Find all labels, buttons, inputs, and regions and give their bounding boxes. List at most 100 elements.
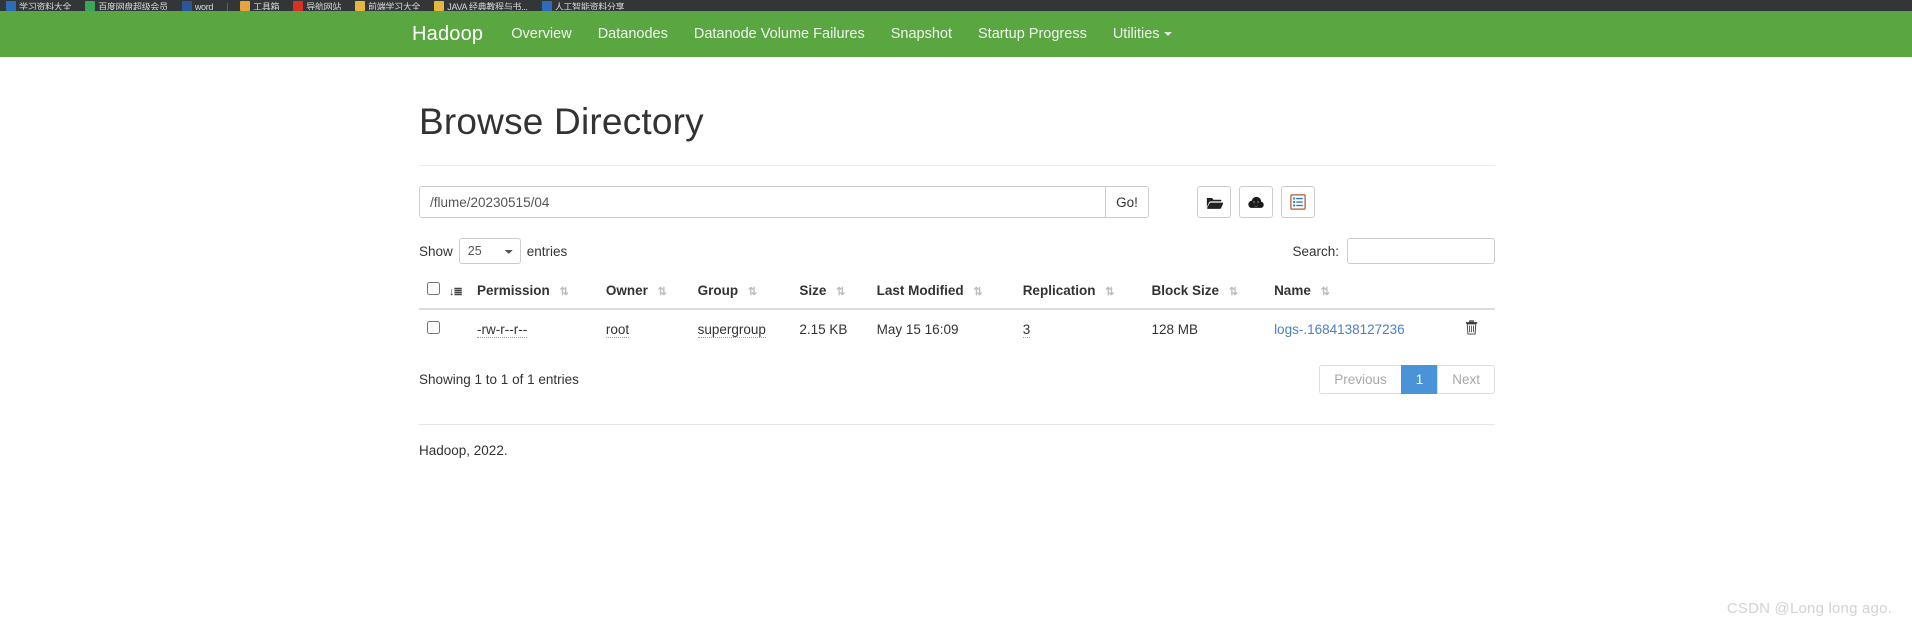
sort-handle-header[interactable]: ↓≣ [443,276,469,310]
pagination-next-button[interactable]: Next [1437,365,1495,394]
search-label: Search: [1292,243,1339,259]
showing-entries-info: Showing 1 to 1 of 1 entries [419,372,579,387]
bookmark-icon [181,0,192,11]
permission-header-label: Permission [477,282,550,298]
upload-file-button[interactable] [1239,186,1273,218]
bookmark-label: JAVA 经典教程与书... [447,1,528,10]
bookmark-label: 前端学习大全 [368,1,421,10]
nav-link-snapshot[interactable]: Snapshot [891,26,952,42]
sort-both-icon: ⇅ [1105,285,1114,298]
cut-high-availability-button[interactable] [1281,186,1315,218]
files-table: ↓≣ Permission ⇅ Owner ⇅ Group ⇅ Size ⇅ L… [419,276,1495,349]
delete-file-button[interactable] [1465,320,1478,338]
show-label: Show [419,243,453,259]
row-actions-cell [1443,309,1495,349]
sort-both-icon: ⇅ [836,285,845,298]
files-table-body: -rw-r--r-- root supergroup 2.15 KB May 1… [419,309,1495,349]
bookmark-item[interactable]: 人工智能资料分享 [541,0,624,11]
block-size-header[interactable]: Block Size ⇅ [1143,276,1267,310]
bookmark-label: 学习资料大全 [19,1,72,10]
main-navbar: Hadoop Overview Datanodes Datanode Volum… [0,11,1912,57]
entries-per-page-select[interactable]: 25 50 100 [458,238,521,264]
bookmark-item[interactable]: 百度网盘超级会员 [85,0,168,11]
replication-header[interactable]: Replication ⇅ [1014,276,1144,310]
nav-link-utilities-label: Utilities [1112,26,1160,42]
pagination-previous-button[interactable]: Previous [1319,365,1402,394]
row-spacer-cell [443,309,469,349]
replication-value[interactable]: 3 [1022,321,1031,338]
bookmark-icon [85,0,96,11]
folder-open-icon [1206,197,1223,209]
file-name-link[interactable]: logs-.1684138127236 [1274,322,1405,337]
group-header[interactable]: Group ⇅ [689,276,792,310]
last-modified-header[interactable]: Last Modified ⇅ [868,276,1015,310]
block-size-cell: 128 MB [1143,309,1267,349]
search-input[interactable] [1347,238,1495,264]
bookmark-icon [434,0,445,11]
owner-header[interactable]: Owner ⇅ [597,276,690,310]
nav-link-utilities[interactable]: Utilities [1113,26,1172,42]
bookmark-item[interactable]: 工具箱 [240,0,279,11]
last-modified-cell: May 15 16:09 [868,309,1015,349]
size-header[interactable]: Size ⇅ [791,276,869,310]
nav-link-startup-progress[interactable]: Startup Progress [978,26,1087,42]
bookmark-item[interactable]: 前端学习大全 [355,0,420,11]
browser-bookmarks-bar: 学习资料大全 百度网盘超级会员 word 工具箱 导航网站 前端学习大全 JAV… [0,0,1912,11]
pagination: Previous 1 Next [1319,365,1495,394]
block-size-header-label: Block Size [1151,282,1220,298]
watermark-text: CSDN @Long long ago. [1726,600,1892,617]
files-table-head: ↓≣ Permission ⇅ Owner ⇅ Group ⇅ Size ⇅ L… [419,276,1495,310]
go-button[interactable]: Go! [1105,186,1149,218]
row-checkbox[interactable] [427,321,440,334]
table-tools: Show 25 50 100 entries Search: [419,238,1495,264]
search-control: Search: [1292,238,1495,264]
nav-link-datanode-volume-failures[interactable]: Datanode Volume Failures [694,26,865,42]
name-cell: logs-.1684138127236 [1266,309,1444,349]
path-input[interactable] [419,186,1105,218]
path-action-buttons [1197,186,1315,218]
size-header-label: Size [799,282,827,298]
permission-header[interactable]: Permission ⇅ [469,276,598,310]
title-divider [419,165,1495,166]
select-all-header [419,276,443,310]
bookmark-separator [227,3,229,11]
actions-header [1443,276,1495,310]
list-notes-icon [1290,194,1306,210]
open-folder-button[interactable] [1197,186,1231,218]
nav-link-datanodes[interactable]: Datanodes [598,26,668,42]
sort-both-icon: ⇅ [1320,285,1330,298]
trash-icon [1465,320,1478,335]
bookmark-item[interactable]: word [181,0,213,11]
entries-label: entries [526,243,568,259]
bookmark-icon [240,0,251,11]
sort-both-icon: ⇅ [973,285,982,298]
bookmark-label: 导航网站 [306,1,342,10]
bookmark-icon [541,0,552,11]
name-header[interactable]: Name ⇅ [1266,276,1444,310]
group-cell: supergroup [689,309,792,349]
bookmark-item[interactable]: 学习资料大全 [6,0,71,11]
owner-value[interactable]: root [605,321,630,338]
show-entries-control: Show 25 50 100 entries [419,238,567,264]
path-input-group: Go! [419,186,1149,218]
bookmark-item[interactable]: 导航网站 [293,0,341,11]
nav-link-overview[interactable]: Overview [511,26,571,42]
owner-cell: root [597,309,690,349]
select-all-checkbox[interactable] [427,282,440,295]
group-value[interactable]: supergroup [697,321,766,338]
sort-both-icon: ⇅ [559,285,569,298]
bookmark-label: 百度网盘超级会员 [98,1,168,10]
footer-note: Hadoop, 2022. [419,443,508,458]
permission-cell: -rw-r--r-- [469,309,598,349]
replication-cell: 3 [1014,309,1144,349]
brand-hadoop[interactable]: Hadoop [412,23,483,46]
table-header-row: ↓≣ Permission ⇅ Owner ⇅ Group ⇅ Size ⇅ L… [419,276,1495,310]
bookmark-item[interactable]: JAVA 经典教程与书... [434,0,528,11]
footer-divider [419,424,1495,425]
permission-value[interactable]: -rw-r--r-- [477,321,528,338]
path-toolbar: Go! [419,186,1495,218]
page-title: Browse Directory [419,101,704,142]
pagination-page-1-button[interactable]: 1 [1400,365,1439,394]
bookmark-icon [355,0,366,11]
cloud-upload-icon [1248,196,1264,208]
